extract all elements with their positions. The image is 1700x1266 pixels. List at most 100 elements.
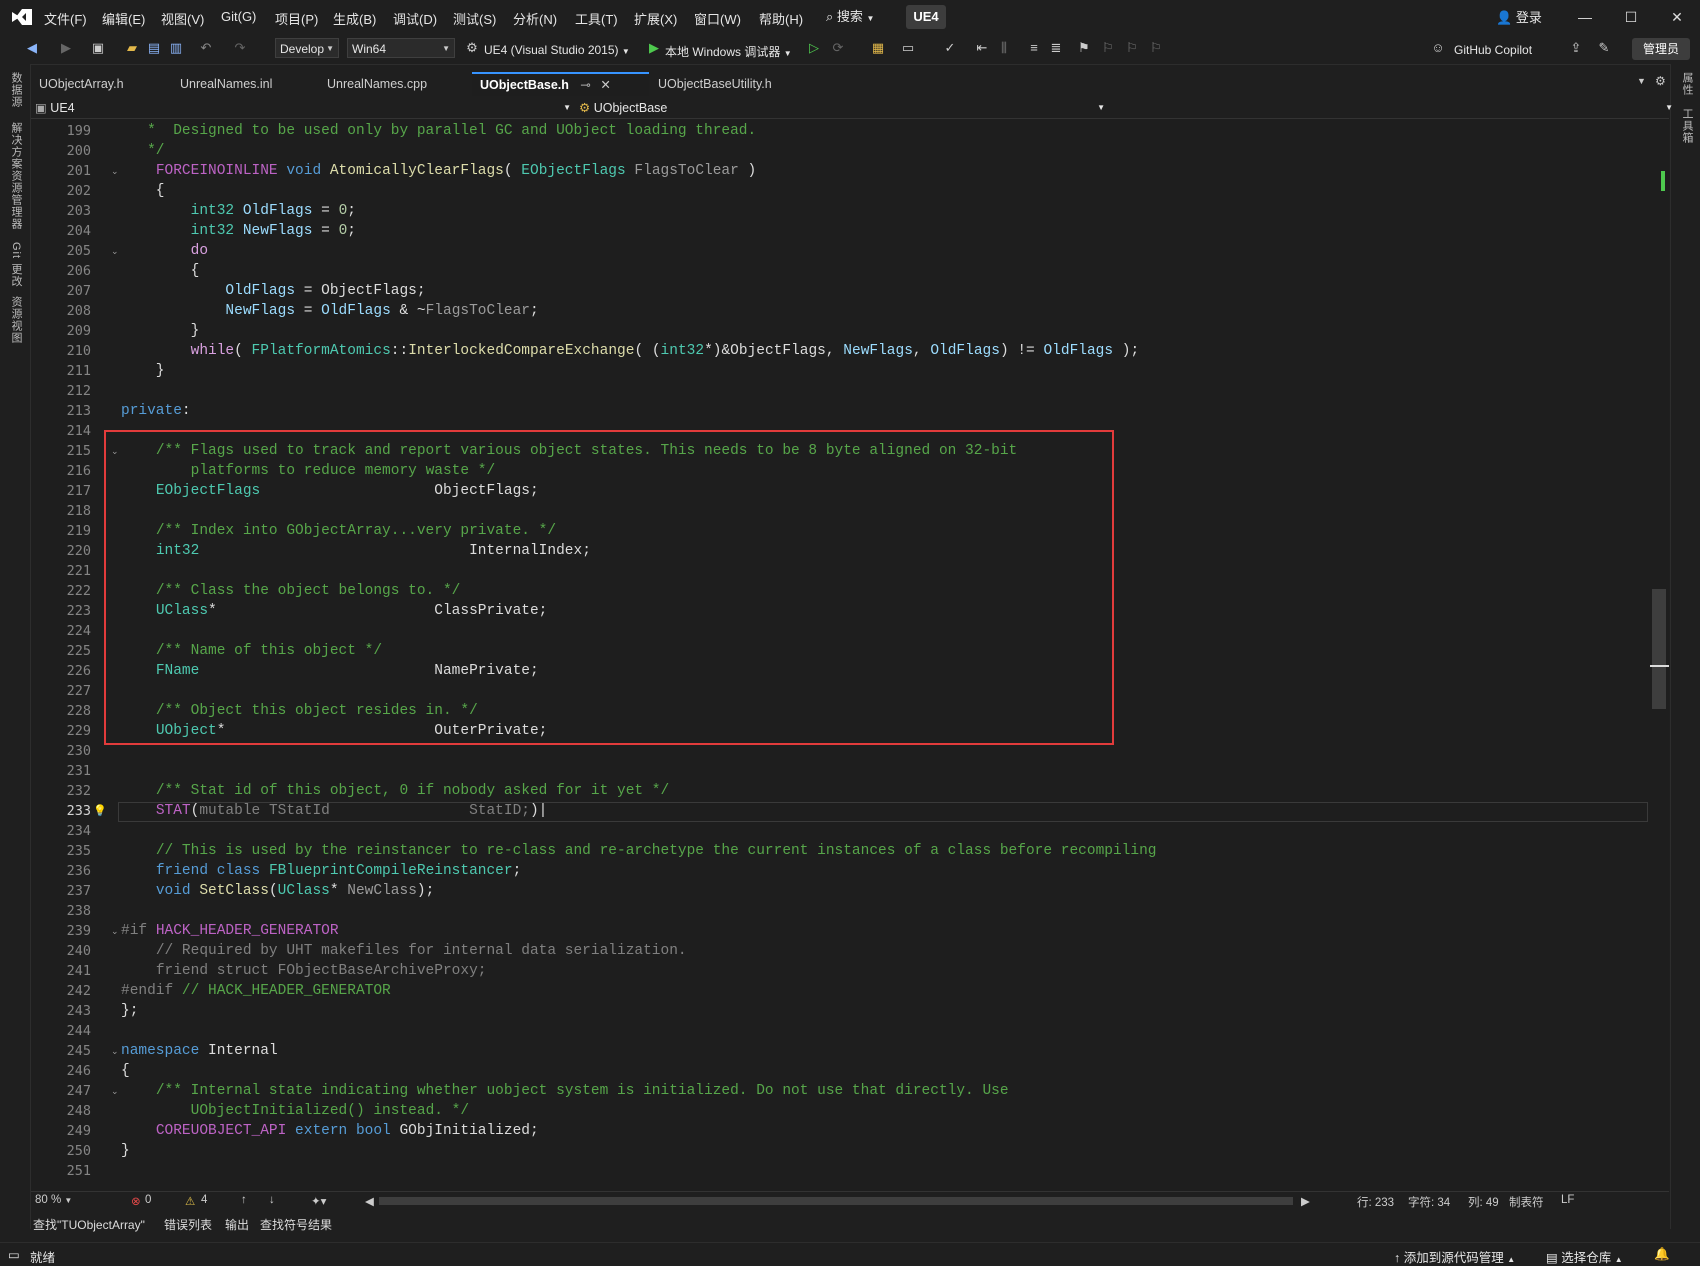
code-line[interactable]: namespace Internal bbox=[121, 1041, 278, 1061]
tab-properties[interactable]: 属性 bbox=[1679, 72, 1695, 96]
menu-window[interactable]: 窗口(W) bbox=[694, 9, 741, 28]
scroll-left-icon[interactable]: ◀ bbox=[365, 1194, 374, 1208]
code-line[interactable]: int32 NewFlags = 0; bbox=[121, 221, 356, 241]
configuration-dropdown[interactable]: Develop ▼ bbox=[275, 38, 339, 58]
line-ending[interactable]: LF bbox=[1561, 1194, 1574, 1206]
menu-help[interactable]: 帮助(H) bbox=[759, 9, 803, 28]
minimize-button[interactable]: — bbox=[1570, 6, 1600, 28]
uncomment-icon[interactable]: ≣ bbox=[1048, 40, 1064, 56]
notifications-icon[interactable]: 🔔 bbox=[1654, 1247, 1670, 1262]
code-line[interactable]: friend struct FObjectBaseArchiveProxy; bbox=[121, 961, 487, 981]
menu-view[interactable]: 视图(V) bbox=[161, 9, 204, 28]
code-line[interactable]: { bbox=[121, 1061, 130, 1081]
scroll-right-icon[interactable]: ▶ bbox=[1301, 1194, 1310, 1208]
save-icon[interactable]: ▤ bbox=[146, 40, 162, 56]
tab-data-sources[interactable]: 数据源 bbox=[8, 72, 24, 108]
select-repository-button[interactable]: ▤ 选择仓库 ▲ bbox=[1546, 1247, 1623, 1266]
code-line[interactable]: #endif // HACK_HEADER_GENERATOR bbox=[121, 981, 391, 1001]
tab-error-list[interactable]: 错误列表 bbox=[164, 1216, 212, 1233]
feedback-icon[interactable]: ✎ bbox=[1596, 40, 1612, 56]
code-line[interactable]: do bbox=[121, 241, 208, 261]
tab-git-changes[interactable]: Git 更改 bbox=[8, 242, 24, 287]
format-icon[interactable]: ≡ bbox=[1026, 40, 1042, 56]
code-line[interactable]: /** Internal state indicating whether uo… bbox=[121, 1081, 1009, 1101]
menu-test[interactable]: 测试(S) bbox=[453, 9, 496, 28]
add-to-source-control-button[interactable]: ↑ 添加到源代码管理 ▲ bbox=[1394, 1247, 1515, 1266]
menu-project[interactable]: 项目(P) bbox=[275, 9, 318, 28]
close-window-button[interactable]: ✕ bbox=[1662, 6, 1692, 28]
code-line[interactable]: FORCEINOINLINE void AtomicallyClearFlags… bbox=[121, 161, 756, 181]
solution-explorer-icon[interactable]: ▦ bbox=[870, 40, 886, 56]
hot-reload-icon[interactable]: ⟳ bbox=[830, 40, 846, 56]
tab-unrealnames-inl[interactable]: UnrealNames.inl bbox=[172, 72, 318, 96]
code-line[interactable]: */ bbox=[121, 141, 164, 161]
navigate-back-icon[interactable]: ◀ bbox=[24, 40, 40, 56]
fold-toggle-icon[interactable]: ⌄ bbox=[111, 1041, 121, 1061]
zoom-dropdown[interactable]: 80 % ▼ bbox=[35, 1194, 72, 1206]
menu-file[interactable]: 文件(F) bbox=[44, 9, 87, 28]
menu-build[interactable]: 生成(B) bbox=[333, 9, 376, 28]
code-line[interactable]: OldFlags = ObjectFlags; bbox=[121, 281, 425, 301]
start-debugging-button[interactable]: 本地 Windows 调试器 ▼ bbox=[665, 43, 792, 60]
tab-find-symbol-results[interactable]: 查找符号结果 bbox=[260, 1216, 332, 1233]
code-line[interactable]: #if HACK_HEADER_GENERATOR bbox=[121, 921, 339, 941]
tab-toolbox[interactable]: 工具箱 bbox=[1679, 108, 1695, 144]
open-folder-icon[interactable]: ▰ bbox=[124, 40, 140, 56]
arrow-down-icon[interactable]: ↓ bbox=[269, 1194, 275, 1206]
code-line[interactable]: int32 OldFlags = 0; bbox=[121, 201, 356, 221]
fold-toggle-icon[interactable]: ⌄ bbox=[111, 921, 121, 941]
code-line[interactable]: while( FPlatformAtomics::InterlockedComp… bbox=[121, 341, 1140, 361]
lightbulb-icon[interactable]: 💡 bbox=[93, 801, 107, 821]
arrow-up-icon[interactable]: ↑ bbox=[241, 1194, 247, 1206]
code-line[interactable]: /** Stat id of this object, 0 if nobody … bbox=[121, 781, 669, 801]
startup-project-dropdown[interactable]: UE4 (Visual Studio 2015) ▼ bbox=[484, 43, 630, 57]
code-line[interactable]: }; bbox=[121, 1001, 138, 1021]
menu-git[interactable]: Git(G) bbox=[221, 9, 256, 24]
code-line[interactable]: } bbox=[121, 361, 165, 381]
menu-edit[interactable]: 编辑(E) bbox=[102, 9, 145, 28]
project-dropdown[interactable]: ▣ UE4 ▼ bbox=[35, 99, 571, 117]
pin-icon[interactable]: ⊸ bbox=[580, 78, 590, 92]
code-line[interactable]: void SetClass(UClass* NewClass); bbox=[121, 881, 435, 901]
scrollbar-thumb[interactable] bbox=[1652, 589, 1666, 709]
tab-unrealnames-cpp[interactable]: UnrealNames.cpp bbox=[319, 72, 471, 96]
fold-toggle-icon[interactable]: ⌄ bbox=[111, 161, 121, 181]
horizontal-scrollbar[interactable] bbox=[379, 1197, 1293, 1205]
member-dropdown[interactable]: ▼ bbox=[1113, 99, 1673, 117]
tab-uobjectarray-h[interactable]: UObjectArray.h bbox=[31, 72, 171, 96]
menu-tools[interactable]: 工具(T) bbox=[575, 9, 618, 28]
menu-extensions[interactable]: 扩展(X) bbox=[634, 9, 677, 28]
navigate-forward-icon[interactable]: ▶ bbox=[58, 40, 74, 56]
code-cleanup-icon[interactable]: ✦▾ bbox=[311, 1194, 326, 1208]
tab-output[interactable]: 输出 bbox=[225, 1216, 249, 1233]
platform-dropdown[interactable]: Win64 ▼ bbox=[347, 38, 455, 58]
fold-toggle-icon[interactable]: ⌄ bbox=[111, 1081, 121, 1101]
code-line[interactable]: friend class FBlueprintCompileReinstance… bbox=[121, 861, 521, 881]
code-line[interactable]: NewFlags = OldFlags & ~FlagsToClear; bbox=[121, 301, 538, 321]
tab-find-results[interactable]: 查找"TUObjectArray" bbox=[33, 1216, 145, 1233]
menu-debug[interactable]: 调试(D) bbox=[393, 9, 437, 28]
github-copilot-button[interactable]: GitHub Copilot bbox=[1454, 43, 1532, 57]
indent-icon[interactable]: ⇤ bbox=[974, 40, 990, 56]
save-all-icon[interactable]: ▥ bbox=[168, 40, 184, 56]
tab-list-dropdown-icon[interactable]: ▼ bbox=[1637, 76, 1646, 86]
close-icon[interactable]: ✕ bbox=[600, 78, 610, 92]
code-line[interactable]: } bbox=[121, 1141, 130, 1161]
comment-icon[interactable]: ⫼ bbox=[996, 40, 1012, 56]
warning-count[interactable]: 4 bbox=[201, 1194, 207, 1206]
redo-icon[interactable]: ↷ bbox=[232, 40, 248, 56]
code-line[interactable]: } bbox=[121, 321, 200, 341]
code-line[interactable]: { bbox=[121, 261, 200, 281]
layout-icon[interactable]: ▭ bbox=[900, 40, 916, 56]
fold-toggle-icon[interactable]: ⌄ bbox=[111, 241, 121, 261]
code-line[interactable]: COREUOBJECT_API extern bool GObjInitiali… bbox=[121, 1121, 539, 1141]
spellcheck-icon[interactable]: ✓ bbox=[942, 40, 958, 56]
bookmark-prev-icon[interactable]: ⚐ bbox=[1100, 40, 1116, 56]
start-without-debugging-icon[interactable]: ▷ bbox=[806, 40, 822, 56]
menu-analyze[interactable]: 分析(N) bbox=[513, 9, 557, 28]
solution-name-badge[interactable]: UE4 bbox=[906, 5, 946, 29]
code-line[interactable]: UObjectInitialized() instead. */ bbox=[121, 1101, 469, 1121]
gear-icon[interactable]: ⚙ bbox=[1655, 74, 1666, 88]
code-line[interactable]: private: bbox=[121, 401, 191, 421]
bookmark-icon[interactable]: ⚑ bbox=[1076, 40, 1092, 56]
